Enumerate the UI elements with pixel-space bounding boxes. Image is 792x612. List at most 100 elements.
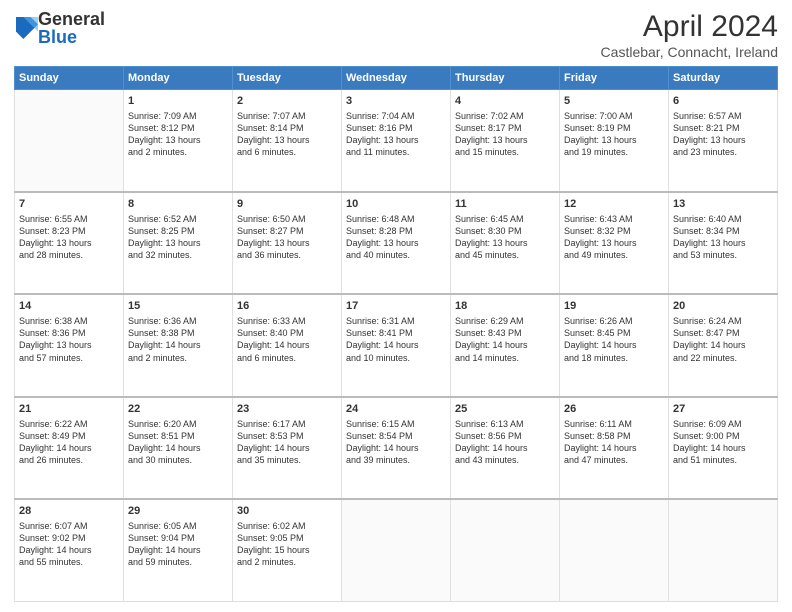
day-number: 25	[455, 402, 555, 417]
day-info-line: Sunset: 8:17 PM	[455, 122, 555, 134]
calendar-cell: 10Sunrise: 6:48 AMSunset: 8:28 PMDayligh…	[342, 192, 451, 294]
calendar-cell: 20Sunrise: 6:24 AMSunset: 8:47 PMDayligh…	[669, 294, 778, 396]
day-info-line: and 47 minutes.	[564, 454, 664, 466]
day-info-line: Daylight: 13 hours	[455, 237, 555, 249]
day-info-line: Sunset: 8:49 PM	[19, 430, 119, 442]
day-info-line: Sunset: 9:05 PM	[237, 532, 337, 544]
day-info-line: and 39 minutes.	[346, 454, 446, 466]
calendar-cell: 6Sunrise: 6:57 AMSunset: 8:21 PMDaylight…	[669, 90, 778, 192]
day-info-line: Sunrise: 6:07 AM	[19, 520, 119, 532]
day-number: 16	[237, 299, 337, 314]
day-info-line: and 19 minutes.	[564, 146, 664, 158]
calendar-cell: 28Sunrise: 6:07 AMSunset: 9:02 PMDayligh…	[15, 499, 124, 601]
day-info-line: Sunrise: 7:09 AM	[128, 110, 228, 122]
day-info-line: Sunset: 8:38 PM	[128, 327, 228, 339]
week-row-5: 28Sunrise: 6:07 AMSunset: 9:02 PMDayligh…	[15, 499, 778, 601]
day-info-line: and 26 minutes.	[19, 454, 119, 466]
day-info-line: Daylight: 13 hours	[237, 237, 337, 249]
day-info-line: and 51 minutes.	[673, 454, 773, 466]
day-info-line: Sunset: 8:58 PM	[564, 430, 664, 442]
day-info-line: Daylight: 13 hours	[128, 134, 228, 146]
calendar-cell: 7Sunrise: 6:55 AMSunset: 8:23 PMDaylight…	[15, 192, 124, 294]
day-info-line: Sunset: 8:43 PM	[455, 327, 555, 339]
day-info-line: Sunrise: 7:02 AM	[455, 110, 555, 122]
day-info-line: and 6 minutes.	[237, 352, 337, 364]
day-info-line: Sunrise: 6:05 AM	[128, 520, 228, 532]
day-info-line: Sunset: 8:14 PM	[237, 122, 337, 134]
day-info-line: and 10 minutes.	[346, 352, 446, 364]
day-number: 4	[455, 94, 555, 109]
day-info-line: Daylight: 14 hours	[128, 544, 228, 556]
day-info-line: Sunrise: 6:29 AM	[455, 315, 555, 327]
day-header-tuesday: Tuesday	[233, 67, 342, 90]
day-info-line: Daylight: 13 hours	[19, 237, 119, 249]
week-row-2: 7Sunrise: 6:55 AMSunset: 8:23 PMDaylight…	[15, 192, 778, 294]
calendar-cell	[560, 499, 669, 601]
calendar-cell	[669, 499, 778, 601]
day-number: 11	[455, 197, 555, 212]
day-info-line: and 28 minutes.	[19, 249, 119, 261]
calendar-body: 1Sunrise: 7:09 AMSunset: 8:12 PMDaylight…	[15, 90, 778, 602]
day-number: 21	[19, 402, 119, 417]
day-info-line: Sunset: 8:21 PM	[673, 122, 773, 134]
day-number: 6	[673, 94, 773, 109]
day-info-line: Sunset: 8:40 PM	[237, 327, 337, 339]
day-info-line: Sunset: 8:28 PM	[346, 225, 446, 237]
day-number: 13	[673, 197, 773, 212]
day-number: 18	[455, 299, 555, 314]
calendar-cell: 2Sunrise: 7:07 AMSunset: 8:14 PMDaylight…	[233, 90, 342, 192]
day-info-line: Daylight: 14 hours	[128, 339, 228, 351]
calendar-table: SundayMondayTuesdayWednesdayThursdayFrid…	[14, 66, 778, 602]
day-number: 9	[237, 197, 337, 212]
day-info-line: Sunrise: 6:45 AM	[455, 213, 555, 225]
day-info-line: Sunset: 8:27 PM	[237, 225, 337, 237]
day-info-line: Sunset: 8:30 PM	[455, 225, 555, 237]
day-info-line: and 2 minutes.	[128, 146, 228, 158]
day-info-line: Sunrise: 6:38 AM	[19, 315, 119, 327]
day-info-line: Sunset: 8:16 PM	[346, 122, 446, 134]
day-info-line: and 2 minutes.	[237, 556, 337, 568]
day-header-sunday: Sunday	[15, 67, 124, 90]
calendar-cell: 12Sunrise: 6:43 AMSunset: 8:32 PMDayligh…	[560, 192, 669, 294]
calendar-header: SundayMondayTuesdayWednesdayThursdayFrid…	[15, 67, 778, 90]
day-info-line: Sunset: 9:02 PM	[19, 532, 119, 544]
day-info-line: Sunset: 8:53 PM	[237, 430, 337, 442]
day-info-line: and 6 minutes.	[237, 146, 337, 158]
day-info-line: Sunrise: 6:02 AM	[237, 520, 337, 532]
day-number: 29	[128, 504, 228, 519]
day-number: 14	[19, 299, 119, 314]
day-info-line: and 14 minutes.	[455, 352, 555, 364]
calendar-cell: 5Sunrise: 7:00 AMSunset: 8:19 PMDaylight…	[560, 90, 669, 192]
day-number: 24	[346, 402, 446, 417]
day-info-line: and 43 minutes.	[455, 454, 555, 466]
day-info-line: Sunrise: 6:15 AM	[346, 418, 446, 430]
day-info-line: and 11 minutes.	[346, 146, 446, 158]
day-info-line: Daylight: 14 hours	[128, 442, 228, 454]
day-number: 12	[564, 197, 664, 212]
week-row-4: 21Sunrise: 6:22 AMSunset: 8:49 PMDayligh…	[15, 397, 778, 499]
day-info-line: Sunrise: 6:09 AM	[673, 418, 773, 430]
day-info-line: Sunrise: 6:52 AM	[128, 213, 228, 225]
calendar-cell: 14Sunrise: 6:38 AMSunset: 8:36 PMDayligh…	[15, 294, 124, 396]
day-info-line: Daylight: 14 hours	[19, 442, 119, 454]
calendar-cell	[342, 499, 451, 601]
day-header-friday: Friday	[560, 67, 669, 90]
day-info-line: Sunrise: 6:13 AM	[455, 418, 555, 430]
calendar-cell: 13Sunrise: 6:40 AMSunset: 8:34 PMDayligh…	[669, 192, 778, 294]
logo-blue-text: Blue	[38, 28, 105, 46]
day-info-line: Sunset: 8:12 PM	[128, 122, 228, 134]
day-number: 22	[128, 402, 228, 417]
calendar-cell: 24Sunrise: 6:15 AMSunset: 8:54 PMDayligh…	[342, 397, 451, 499]
calendar-cell	[451, 499, 560, 601]
day-number: 19	[564, 299, 664, 314]
day-info-line: Daylight: 14 hours	[564, 442, 664, 454]
day-info-line: Daylight: 14 hours	[455, 339, 555, 351]
day-info-line: Sunrise: 6:43 AM	[564, 213, 664, 225]
day-number: 1	[128, 94, 228, 109]
calendar-cell: 29Sunrise: 6:05 AMSunset: 9:04 PMDayligh…	[124, 499, 233, 601]
day-info-line: and 53 minutes.	[673, 249, 773, 261]
month-title: April 2024	[601, 10, 778, 44]
calendar-cell: 1Sunrise: 7:09 AMSunset: 8:12 PMDaylight…	[124, 90, 233, 192]
day-info-line: Daylight: 13 hours	[19, 339, 119, 351]
day-info-line: Sunrise: 6:36 AM	[128, 315, 228, 327]
